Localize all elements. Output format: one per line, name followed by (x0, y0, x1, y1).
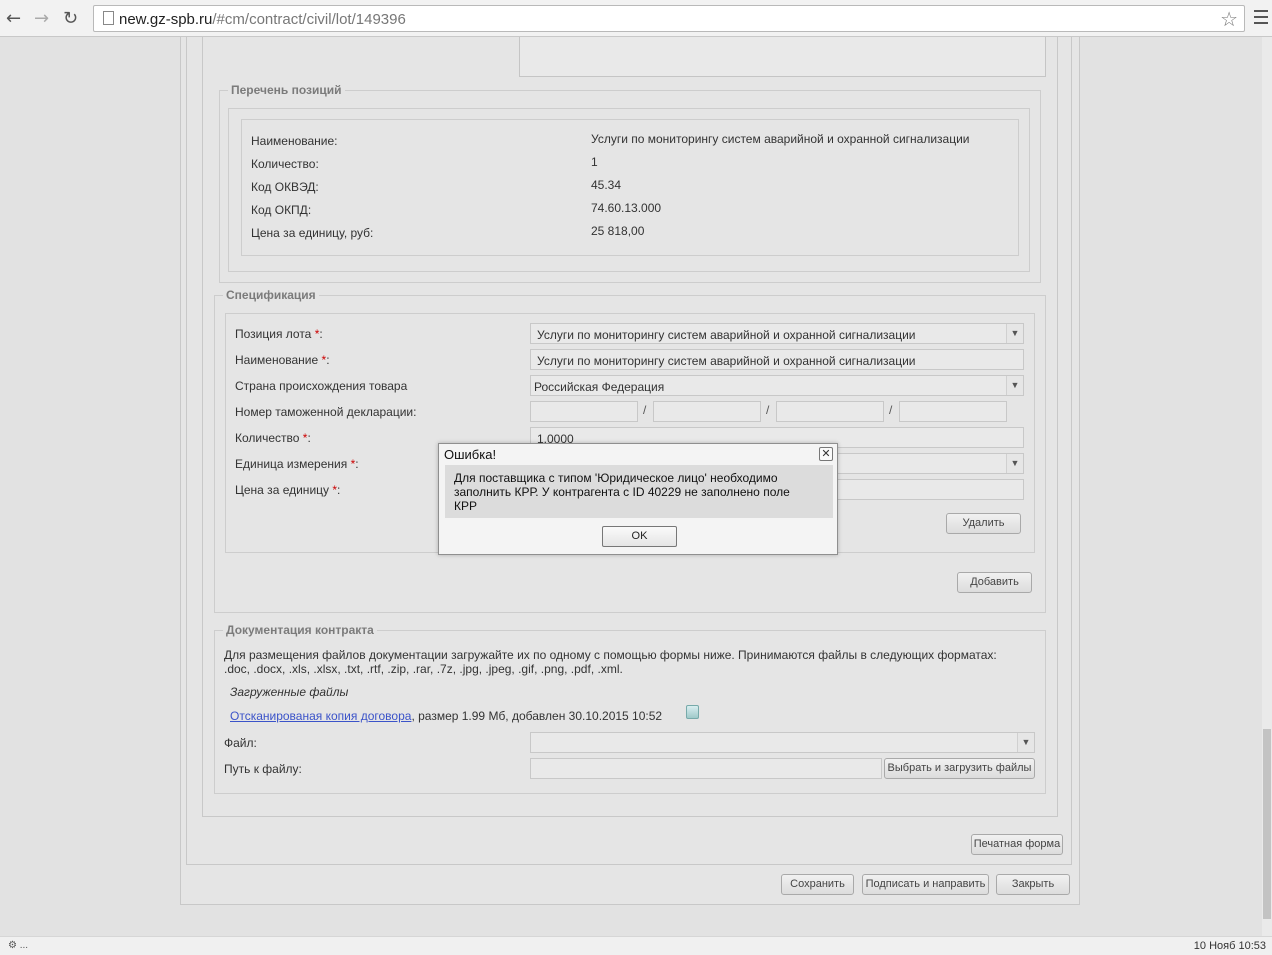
uploaded-file-row: Отсканированая копия договора, размер 1.… (230, 709, 662, 723)
browser-toolbar: ← → ↻ new.gz-spb.ru/#cm/contract/civil/l… (0, 0, 1272, 37)
docs-legend: Документация контракта (226, 623, 374, 637)
file-select[interactable]: ▼ (530, 732, 1035, 753)
name-label: Наименование *: (235, 353, 330, 367)
error-dialog: Ошибка! ✕ Для поставщика с типом 'Юридич… (438, 443, 838, 555)
country-select[interactable]: Российская Федерация ▼ (530, 375, 1024, 396)
positions-okved-label: Код ОКВЭД: (251, 180, 319, 194)
notes-textarea[interactable] (519, 37, 1046, 77)
positions-okpd-value: 74.60.13.000 (591, 201, 662, 215)
customs-separator: / (643, 403, 647, 417)
delete-file-icon[interactable] (686, 705, 699, 719)
system-clock: 10 Нояб 10:53 (1193, 940, 1266, 952)
positions-okved-value: 45.34 (591, 178, 622, 192)
positions-legend: Перечень позиций (231, 83, 342, 97)
dialog-title: Ошибка! (444, 447, 497, 462)
path-label: Путь к файлу: (224, 762, 302, 776)
customs-part-4-input[interactable] (899, 401, 1007, 422)
positions-price-label: Цена за единицу, руб: (251, 226, 374, 240)
dialog-message-line-2: заполнить КРР. У контрагента с ID 40229 … (454, 485, 790, 499)
back-icon[interactable]: ← (6, 8, 21, 29)
chevron-down-icon[interactable]: ▼ (1006, 324, 1023, 343)
positions-name-value: Услуги по мониторингу систем аварийной и… (591, 132, 970, 146)
customs-label: Номер таможенной декларации: (235, 405, 417, 419)
status-bar: ⚙ ... 10 Нояб 10:53 (0, 936, 1272, 955)
print-form-button[interactable]: Печатная форма (971, 834, 1063, 855)
lot-position-select[interactable]: Услуги по мониторингу систем аварийной и… (530, 323, 1024, 344)
name-input[interactable]: Услуги по мониторингу систем аварийной и… (530, 349, 1024, 370)
status-left: ⚙ ... (8, 940, 29, 951)
page-icon (103, 11, 114, 25)
uploaded-file-link[interactable]: Отсканированая копия договора (230, 709, 411, 723)
customs-separator: / (766, 403, 770, 417)
customs-part-3-input[interactable] (776, 401, 884, 422)
uploaded-files-heading: Загруженные файлы (230, 685, 349, 699)
sign-and-send-button[interactable]: Подписать и направить (862, 874, 989, 895)
uploaded-file-meta: , размер 1.99 Мб, добавлен 30.10.2015 10… (411, 709, 663, 723)
chevron-down-icon[interactable]: ▼ (1006, 376, 1023, 395)
address-bar[interactable]: new.gz-spb.ru/#cm/contract/civil/lot/149… (93, 5, 1245, 32)
customs-part-2-input[interactable] (653, 401, 761, 422)
quantity-label: Количество *: (235, 431, 311, 445)
positions-table: Наименование: Услуги по мониторингу сист… (241, 119, 1019, 256)
customs-part-1-input[interactable] (530, 401, 638, 422)
dialog-message-line-1: Для поставщика с типом 'Юридическое лицо… (454, 471, 778, 485)
country-label: Страна происхождения товара (235, 379, 408, 393)
chevron-down-icon[interactable]: ▼ (1017, 733, 1034, 752)
file-label: Файл: (224, 736, 257, 750)
positions-okpd-label: Код ОКПД: (251, 203, 312, 217)
close-form-button[interactable]: Закрыть (996, 874, 1070, 895)
page-scrollbar[interactable] (1262, 37, 1272, 936)
scrollbar-thumb[interactable] (1263, 729, 1271, 919)
spec-legend: Спецификация (226, 288, 316, 302)
browser-menu-icon[interactable] (1254, 10, 1268, 28)
upload-files-button[interactable]: Выбрать и загрузить файлы (884, 758, 1035, 779)
price-label: Цена за единицу *: (235, 483, 341, 497)
delete-button[interactable]: Удалить (946, 513, 1021, 534)
chevron-down-icon[interactable]: ▼ (1006, 454, 1023, 473)
path-input[interactable] (530, 758, 882, 779)
bookmark-star-icon[interactable]: ☆ (1220, 7, 1238, 32)
unit-label: Единица измерения *: (235, 457, 359, 471)
positions-qty-value: 1 (591, 155, 598, 169)
customs-separator: / (889, 403, 893, 417)
docs-info-line-1: Для размещения файлов документации загру… (224, 648, 997, 662)
url-text[interactable]: new.gz-spb.ru/#cm/contract/civil/lot/149… (119, 11, 406, 28)
add-button[interactable]: Добавить (957, 572, 1032, 593)
positions-qty-label: Количество: (251, 157, 319, 171)
forward-icon[interactable]: → (34, 8, 49, 29)
docs-info-line-2: .doc, .docx, .xls, .xlsx, .txt, .rtf, .z… (224, 662, 623, 676)
lot-position-label: Позиция лота *: (235, 327, 323, 341)
positions-price-value: 25 818,00 (591, 224, 645, 238)
reload-icon[interactable]: ↻ (63, 8, 78, 29)
dialog-message-line-3: КРР (454, 499, 477, 513)
dialog-ok-button[interactable]: OK (602, 526, 677, 547)
positions-name-label: Наименование: (251, 134, 338, 148)
save-button[interactable]: Сохранить (781, 874, 854, 895)
close-icon[interactable]: ✕ (819, 447, 833, 461)
dialog-message: Для поставщика с типом 'Юридическое лицо… (445, 465, 833, 518)
